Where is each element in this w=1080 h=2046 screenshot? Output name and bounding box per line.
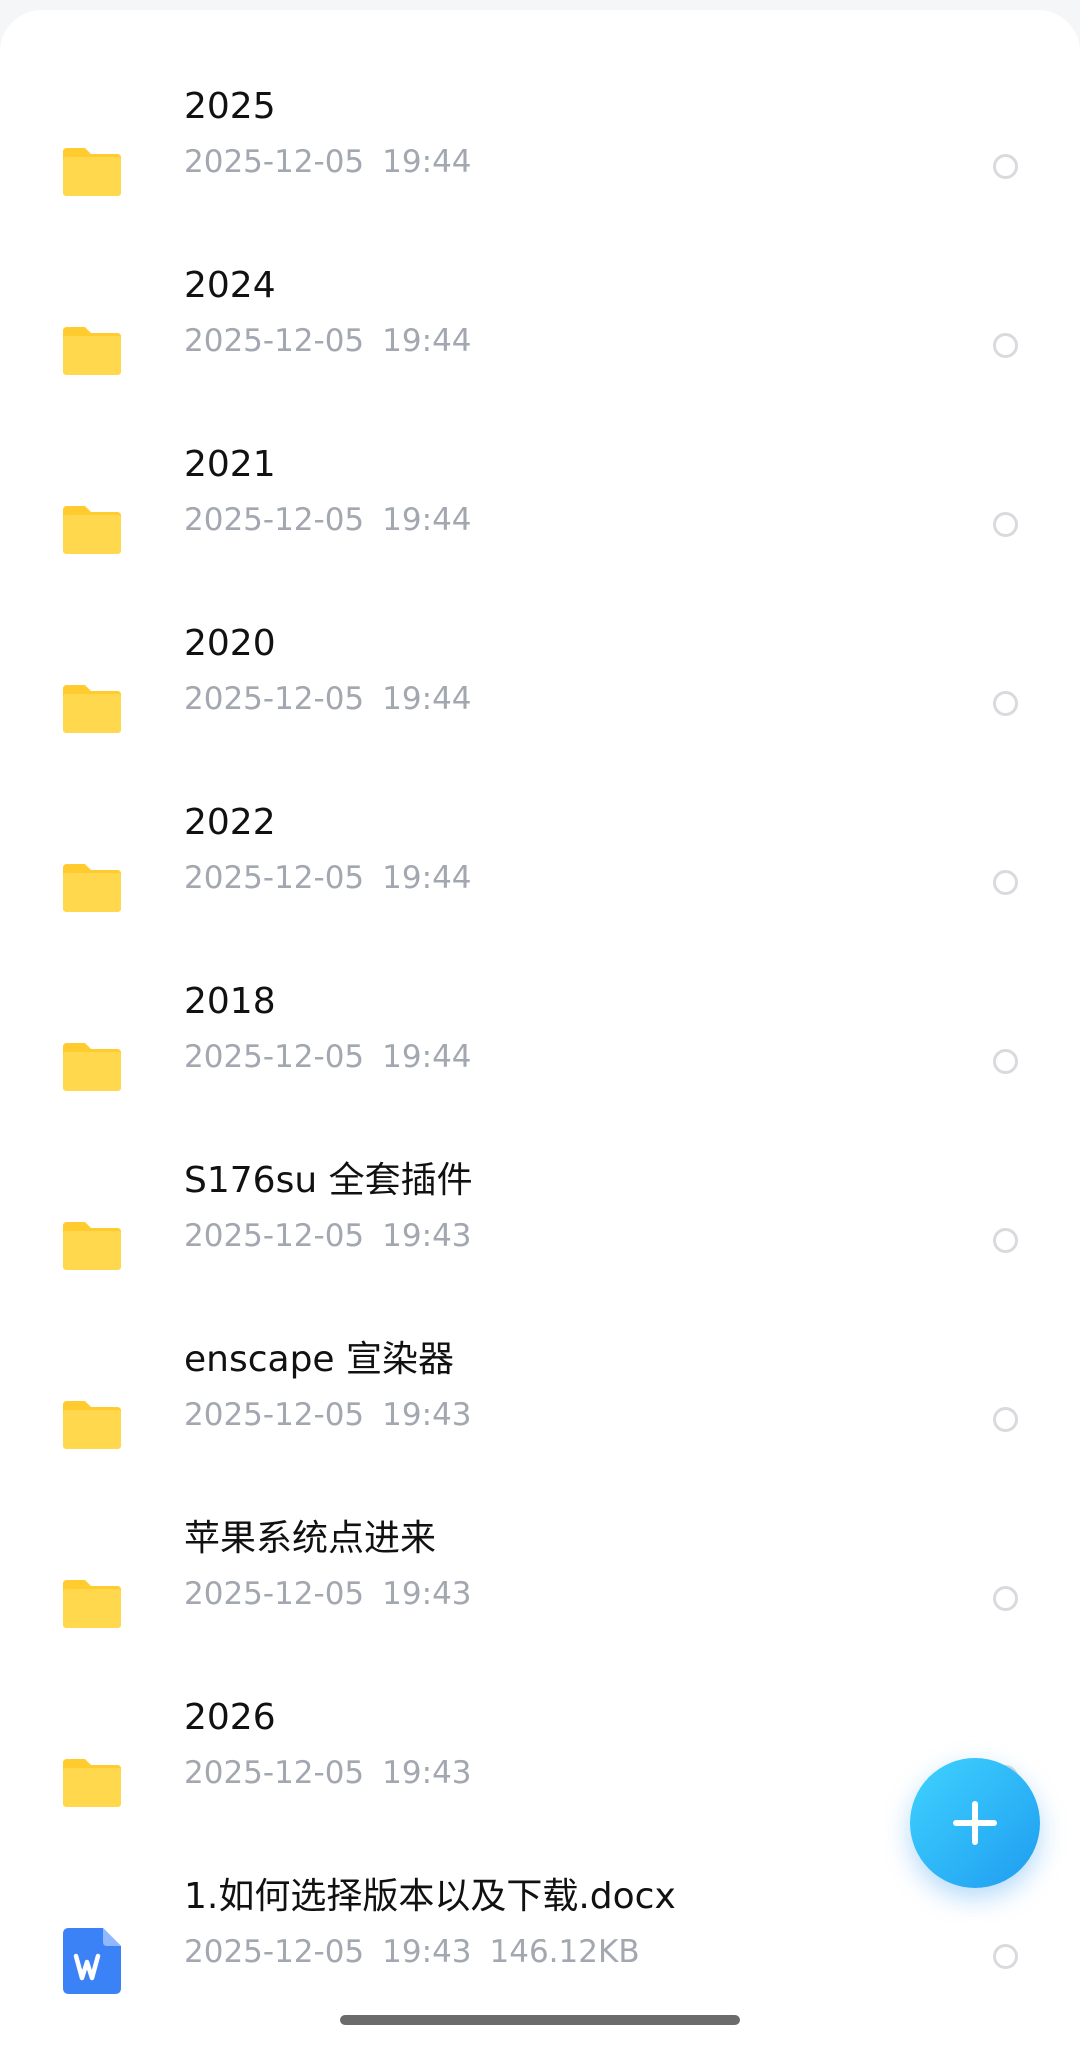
file-name: 2024	[184, 265, 276, 306]
file-name: 1.如何选择版本以及下载.docx	[184, 1876, 676, 1917]
folder-icon	[63, 1755, 121, 1807]
word-document-icon	[63, 1928, 121, 1994]
file-meta: 2025-12-05 19:44	[184, 501, 508, 539]
folder-icon	[63, 502, 121, 554]
file-meta: 2025-12-05 19:44	[184, 322, 508, 360]
file-time: 19:43	[382, 1576, 472, 1612]
folder-icon	[63, 860, 121, 912]
file-name: 苹果系统点进来	[184, 1518, 437, 1559]
file-list-item[interactable]: 2025 2025-12-05 19:44	[0, 85, 1080, 264]
file-meta: 2025-12-05 19:43 146.12KB	[184, 1933, 658, 1971]
file-list-item[interactable]: 2024 2025-12-05 19:44	[0, 264, 1080, 443]
file-date: 2025-12-05	[184, 1218, 365, 1254]
file-name: 2018	[184, 981, 276, 1022]
file-meta: 2025-12-05 19:44	[184, 859, 508, 897]
file-name: 2021	[184, 444, 276, 485]
file-time: 19:44	[382, 323, 472, 359]
file-date: 2025-12-05	[184, 860, 365, 896]
file-meta: 2025-12-05 19:43	[184, 1575, 508, 1613]
select-radio[interactable]	[993, 154, 1018, 179]
file-meta: 2025-12-05 19:44	[184, 143, 508, 181]
file-size: 146.12KB	[489, 1934, 640, 1970]
select-radio[interactable]	[993, 512, 1018, 537]
file-name: 2025	[184, 86, 276, 127]
file-list-item[interactable]: S176su 全套插件 2025-12-05 19:43	[0, 1159, 1080, 1338]
select-radio[interactable]	[993, 870, 1018, 895]
file-date: 2025-12-05	[184, 1755, 365, 1791]
file-meta: 2025-12-05 19:43	[184, 1217, 508, 1255]
file-name: enscape 宣染器	[184, 1339, 455, 1380]
file-meta: 2025-12-05 19:44	[184, 680, 508, 718]
select-radio[interactable]	[993, 1049, 1018, 1074]
file-date: 2025-12-05	[184, 1576, 365, 1612]
file-time: 19:43	[382, 1934, 472, 1970]
file-name: 2026	[184, 1697, 276, 1738]
select-radio[interactable]	[993, 691, 1018, 716]
folder-icon	[63, 1576, 121, 1628]
file-time: 19:44	[382, 1039, 472, 1075]
file-name: 2020	[184, 623, 276, 664]
folder-icon	[63, 323, 121, 375]
folder-icon	[63, 144, 121, 196]
file-time: 19:43	[382, 1397, 472, 1433]
file-time: 19:44	[382, 860, 472, 896]
file-list-item[interactable]: 2021 2025-12-05 19:44	[0, 443, 1080, 622]
select-radio[interactable]	[993, 333, 1018, 358]
file-meta: 2025-12-05 19:43	[184, 1396, 508, 1434]
folder-icon	[63, 1397, 121, 1449]
file-date: 2025-12-05	[184, 681, 365, 717]
file-time: 19:44	[382, 681, 472, 717]
select-radio[interactable]	[993, 1228, 1018, 1253]
select-radio[interactable]	[993, 1586, 1018, 1611]
select-radio[interactable]	[993, 1407, 1018, 1432]
file-browser-sheet: 2025 2025-12-05 19:44 2024 2025-12-05 19:44 20…	[0, 10, 1080, 2046]
file-date: 2025-12-05	[184, 1397, 365, 1433]
file-date: 2025-12-05	[184, 323, 365, 359]
file-list-item[interactable]: 2022 2025-12-05 19:44	[0, 801, 1080, 980]
file-time: 19:43	[382, 1755, 472, 1791]
folder-icon	[63, 681, 121, 733]
folder-icon	[63, 1218, 121, 1270]
home-indicator[interactable]	[340, 2015, 740, 2025]
file-time: 19:43	[382, 1218, 472, 1254]
file-date: 2025-12-05	[184, 1934, 365, 1970]
folder-icon	[63, 1039, 121, 1091]
file-time: 19:44	[382, 502, 472, 538]
file-date: 2025-12-05	[184, 144, 365, 180]
file-list-item[interactable]: 苹果系统点进来 2025-12-05 19:43	[0, 1517, 1080, 1696]
file-list-item[interactable]: enscape 宣染器 2025-12-05 19:43	[0, 1338, 1080, 1517]
plus-icon	[953, 1801, 997, 1845]
file-date: 2025-12-05	[184, 1039, 365, 1075]
file-time: 19:44	[382, 144, 472, 180]
file-date: 2025-12-05	[184, 502, 365, 538]
file-name: S176su 全套插件	[184, 1160, 473, 1201]
file-name: 2022	[184, 802, 276, 843]
file-list-item[interactable]: 2018 2025-12-05 19:44	[0, 980, 1080, 1159]
add-button[interactable]	[910, 1758, 1040, 1888]
select-radio[interactable]	[993, 1944, 1018, 1969]
file-list-item[interactable]: 2020 2025-12-05 19:44	[0, 622, 1080, 801]
file-meta: 2025-12-05 19:43	[184, 1754, 508, 1792]
file-meta: 2025-12-05 19:44	[184, 1038, 508, 1076]
